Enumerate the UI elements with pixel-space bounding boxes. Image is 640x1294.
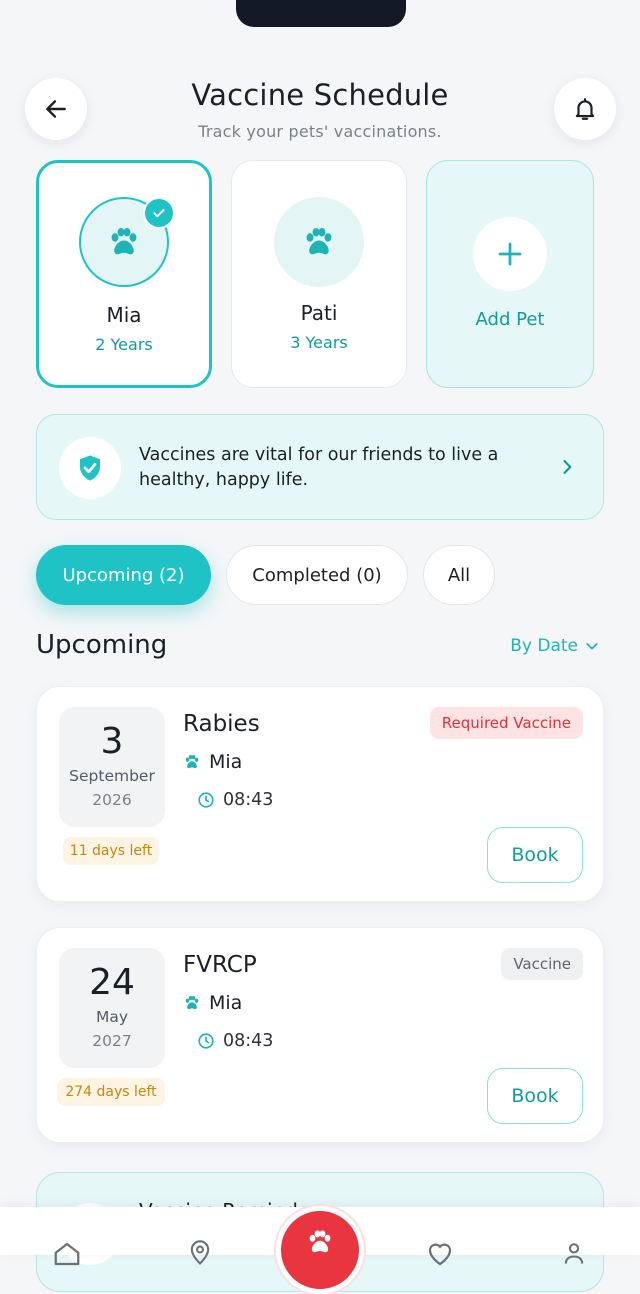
paw-icon xyxy=(111,228,137,255)
paw-icon xyxy=(185,996,199,1010)
date-year: 2027 xyxy=(92,1032,132,1050)
date-day: 24 xyxy=(89,962,135,1003)
book-button[interactable]: Book xyxy=(487,1068,583,1124)
vaccine-time: 08:43 xyxy=(197,790,273,810)
vaccine-name: FVRCP xyxy=(183,952,257,978)
filter-upcoming[interactable]: Upcoming (2) xyxy=(36,545,211,605)
filter-completed[interactable]: Completed (0) xyxy=(226,545,408,605)
page-subtitle: Track your pets' vaccinations. xyxy=(198,122,442,141)
date-year: 2026 xyxy=(92,791,132,809)
vaccine-info-banner[interactable]: Vaccines are vital for our friends to li… xyxy=(36,414,604,520)
time-value: 08:43 xyxy=(223,790,274,810)
pet-name: Mia xyxy=(106,303,142,327)
pet-avatar xyxy=(274,197,364,287)
paw-icon xyxy=(185,755,199,769)
profile-icon[interactable] xyxy=(560,1239,588,1267)
vaccine-name: Rabies xyxy=(183,711,260,737)
time-value: 08:43 xyxy=(223,1031,274,1051)
vaccine-type-badge: Required Vaccine xyxy=(429,707,583,739)
vaccine-card-fvrcp[interactable]: 24 May 2027 274 days left FVRCP Mia 08:4… xyxy=(36,927,604,1143)
device-notch xyxy=(236,0,406,27)
pet-card-mia[interactable]: Mia 2 Years xyxy=(36,160,212,388)
vaccine-type-badge: Vaccine xyxy=(501,948,583,980)
vaccine-pet: Mia xyxy=(183,992,242,1014)
selected-check-badge xyxy=(143,197,175,229)
nav-pets-button[interactable] xyxy=(276,1206,364,1294)
pet-name: Pati xyxy=(300,301,338,325)
pet-age: 2 Years xyxy=(95,335,153,354)
book-button[interactable]: Book xyxy=(487,827,583,883)
chevron-right-icon xyxy=(563,460,572,474)
shield-check-icon xyxy=(80,455,100,481)
pet-age: 3 Years xyxy=(290,333,348,352)
pet-card-pati[interactable]: Pati 3 Years xyxy=(231,160,407,388)
date-month: September xyxy=(69,767,155,785)
chevron-down-icon xyxy=(586,643,598,650)
pet-name: Mia xyxy=(209,992,243,1014)
add-circle xyxy=(473,217,547,291)
pet-name: Mia xyxy=(209,751,243,773)
page-title: Vaccine Schedule xyxy=(191,78,449,112)
info-text: Vaccines are vital for our friends to li… xyxy=(139,445,499,490)
add-pet-button[interactable]: Add Pet xyxy=(426,160,594,388)
check-icon xyxy=(153,209,165,218)
shield-circle xyxy=(59,437,121,499)
add-pet-label: Add Pet xyxy=(475,309,545,330)
paw-icon xyxy=(306,228,332,255)
date-day: 3 xyxy=(100,721,124,762)
sort-dropdown[interactable]: By Date xyxy=(510,636,600,656)
vaccine-card-rabies[interactable]: 3 September 2026 11 days left Rabies Mia… xyxy=(36,686,604,902)
days-left-badge: 274 days left xyxy=(57,1078,165,1106)
clock-icon xyxy=(198,792,214,808)
plus-icon xyxy=(498,242,522,266)
days-left-badge: 11 days left xyxy=(63,837,159,865)
date-box: 24 May 2027 xyxy=(59,948,165,1068)
bell-icon xyxy=(575,98,595,120)
filter-all[interactable]: All xyxy=(423,545,495,605)
vaccine-time: 08:43 xyxy=(197,1031,273,1051)
sort-label: By Date xyxy=(510,636,578,656)
vaccine-pet: Mia xyxy=(183,751,242,773)
clock-icon xyxy=(198,1033,214,1049)
paw-icon xyxy=(309,1230,331,1253)
date-box: 3 September 2026 xyxy=(59,707,165,827)
location-icon[interactable] xyxy=(186,1239,214,1267)
heart-icon[interactable] xyxy=(425,1239,455,1269)
date-month: May xyxy=(95,1008,129,1026)
section-title: Upcoming xyxy=(36,630,168,660)
notifications-button[interactable] xyxy=(554,78,616,140)
home-icon[interactable] xyxy=(52,1239,82,1269)
